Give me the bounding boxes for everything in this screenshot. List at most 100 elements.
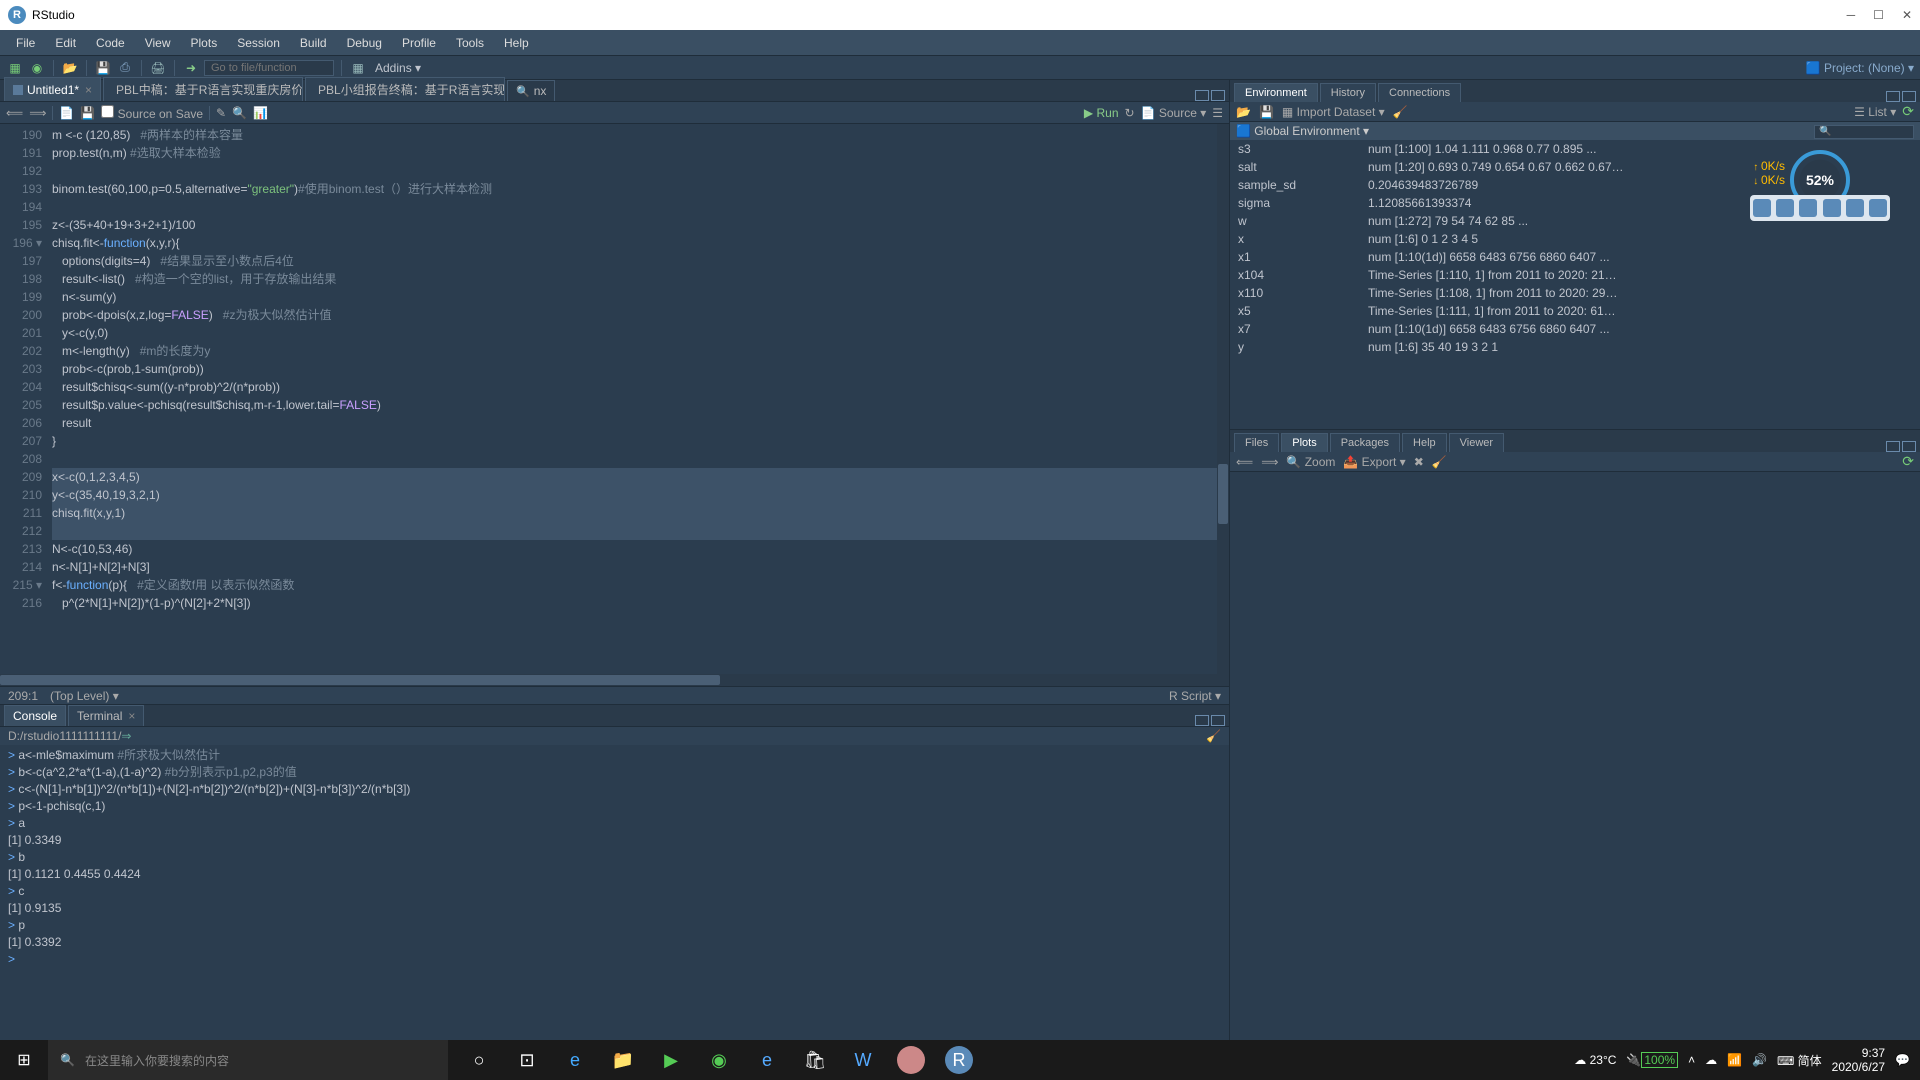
- menu-tools[interactable]: Tools: [446, 32, 494, 54]
- refresh-icon[interactable]: ⟳: [1902, 103, 1914, 120]
- back-icon[interactable]: ⟸: [6, 106, 23, 120]
- compile-icon[interactable]: 📊: [253, 106, 268, 120]
- refresh-plots-icon[interactable]: ⟳: [1902, 453, 1914, 470]
- weather-icon[interactable]: ☁ 23°C: [1574, 1053, 1616, 1067]
- tab-terminal[interactable]: Terminal ×: [68, 705, 144, 726]
- env-search-input[interactable]: [1814, 125, 1914, 139]
- tab-history[interactable]: History: [1320, 83, 1376, 102]
- tab-environment[interactable]: Environment: [1234, 83, 1318, 102]
- env-variable[interactable]: x5Time-Series [1:111, 1] from 2011 to 20…: [1230, 302, 1920, 320]
- console-pane-controls[interactable]: [1195, 715, 1225, 726]
- show-doc-icon[interactable]: 📄: [59, 106, 74, 120]
- start-button[interactable]: ⊞: [0, 1040, 48, 1080]
- tab-packages[interactable]: Packages: [1330, 433, 1400, 452]
- battery-icon[interactable]: 🔌100%: [1626, 1053, 1678, 1067]
- next-plot-icon[interactable]: ⟹: [1261, 455, 1278, 469]
- notifications-icon[interactable]: 💬: [1895, 1053, 1910, 1067]
- taskbar-clock[interactable]: 9:372020/6/27: [1832, 1046, 1885, 1074]
- menu-file[interactable]: File: [6, 32, 45, 54]
- plots-pane-controls[interactable]: [1886, 441, 1916, 452]
- menu-plots[interactable]: Plots: [181, 32, 228, 54]
- minimize-button[interactable]: ─: [1847, 8, 1856, 22]
- save-all-icon[interactable]: ⎙: [116, 59, 134, 77]
- edge-icon[interactable]: e: [552, 1040, 598, 1080]
- load-workspace-icon[interactable]: 📂: [1236, 105, 1251, 119]
- source-tab[interactable]: PBL中稿：基于R语言实现重庆房价走势…×: [103, 77, 303, 101]
- menu-debug[interactable]: Debug: [337, 32, 392, 54]
- clear-console-icon[interactable]: 🧹: [1206, 729, 1221, 743]
- tray-chevron-icon[interactable]: ˄: [1688, 1053, 1695, 1067]
- media-icon[interactable]: ▶: [648, 1040, 694, 1080]
- scope-selector[interactable]: 🟦 Global Environment ▾: [1236, 124, 1369, 138]
- env-variable[interactable]: xnum [1:6] 0 1 2 3 4 5: [1230, 230, 1920, 248]
- env-variable[interactable]: ynum [1:6] 35 40 19 3 2 1: [1230, 338, 1920, 356]
- env-variable[interactable]: x7num [1:10(1d)] 6658 6483 6756 6860 640…: [1230, 320, 1920, 338]
- goto-function-input[interactable]: [204, 60, 334, 76]
- open-file-icon[interactable]: 📂: [61, 59, 79, 77]
- editor-scrollbar-h[interactable]: [0, 674, 1229, 686]
- taskbar-search[interactable]: 🔍 在这里输入你要搜索的内容: [48, 1040, 448, 1080]
- tab-help[interactable]: Help: [1402, 433, 1447, 452]
- export-dropdown[interactable]: 📤 Export ▾: [1343, 455, 1405, 469]
- word-icon[interactable]: W: [840, 1040, 886, 1080]
- source-on-save-checkbox[interactable]: [101, 105, 114, 118]
- menu-help[interactable]: Help: [494, 32, 539, 54]
- tab-plots[interactable]: Plots: [1281, 433, 1327, 452]
- menu-build[interactable]: Build: [290, 32, 337, 54]
- tab-viewer[interactable]: Viewer: [1449, 433, 1504, 452]
- language-indicator[interactable]: R Script ▾: [1169, 689, 1221, 703]
- source-pane-controls[interactable]: [1195, 90, 1225, 101]
- prev-plot-icon[interactable]: ⟸: [1236, 455, 1253, 469]
- ie-icon[interactable]: e: [744, 1040, 790, 1080]
- menu-view[interactable]: View: [135, 32, 181, 54]
- rerun-icon[interactable]: ↻: [1125, 106, 1135, 120]
- source-editor[interactable]: 190191192193194195196 ▾19719819920020120…: [0, 124, 1229, 674]
- app-icon-1[interactable]: ◉: [696, 1040, 742, 1080]
- zoom-button[interactable]: 🔍 Zoom: [1286, 455, 1335, 469]
- app-icon-2[interactable]: [897, 1046, 925, 1074]
- new-project-icon[interactable]: ◉: [28, 59, 46, 77]
- maximize-button[interactable]: ☐: [1873, 8, 1884, 22]
- scope-indicator[interactable]: (Top Level) ▾: [50, 689, 119, 703]
- source-button[interactable]: 📄 Source ▾: [1141, 106, 1207, 120]
- editor-scrollbar-v[interactable]: [1217, 124, 1229, 674]
- volume-icon[interactable]: 🔊: [1752, 1053, 1767, 1067]
- onedrive-icon[interactable]: ☁: [1705, 1053, 1717, 1067]
- rstudio-taskbar-icon[interactable]: R: [945, 1046, 973, 1074]
- find-icon[interactable]: 🔍: [232, 106, 247, 120]
- save-icon[interactable]: 💾: [94, 59, 112, 77]
- console-output[interactable]: > a<-mle$maximum #所求极大似然估计> b<-c(a^2,2*a…: [0, 745, 1229, 1040]
- explorer-icon[interactable]: 📁: [600, 1040, 646, 1080]
- find-tab[interactable]: 🔍 nx: [507, 80, 555, 101]
- menu-profile[interactable]: Profile: [392, 32, 446, 54]
- clear-workspace-icon[interactable]: 🧹: [1393, 105, 1408, 119]
- tab-console[interactable]: Console: [4, 705, 66, 726]
- source-tab[interactable]: PBL小组报告终稿：基于R语言实现重庆…×: [305, 77, 505, 101]
- print-icon[interactable]: 🖨: [149, 59, 167, 77]
- goto-icon[interactable]: ➜: [182, 59, 200, 77]
- close-button[interactable]: ✕: [1902, 8, 1912, 22]
- env-variable[interactable]: x110Time-Series [1:108, 1] from 2011 to …: [1230, 284, 1920, 302]
- ime-icon[interactable]: ⌨ 简体: [1777, 1052, 1822, 1069]
- view-mode-dropdown[interactable]: ☰ List ▾: [1854, 105, 1896, 119]
- tab-connections[interactable]: Connections: [1378, 83, 1461, 102]
- project-menu[interactable]: 🟦 Project: (None) ▾: [1806, 61, 1914, 75]
- store-icon[interactable]: 🛍: [792, 1040, 838, 1080]
- wifi-icon[interactable]: 📶: [1727, 1053, 1742, 1067]
- wand-icon[interactable]: ✎: [216, 106, 226, 120]
- env-variable[interactable]: x1num [1:10(1d)] 6658 6483 6756 6860 640…: [1230, 248, 1920, 266]
- clear-plots-icon[interactable]: 🧹: [1432, 455, 1447, 469]
- save-icon[interactable]: 💾: [80, 106, 95, 120]
- forward-icon[interactable]: ⟹: [29, 106, 46, 120]
- floating-toolbar-overlay[interactable]: [1750, 195, 1890, 221]
- cortana-icon[interactable]: ○: [456, 1040, 502, 1080]
- menu-session[interactable]: Session: [227, 32, 290, 54]
- outline-icon[interactable]: ☰: [1212, 106, 1223, 120]
- env-variable[interactable]: x104Time-Series [1:110, 1] from 2011 to …: [1230, 266, 1920, 284]
- save-workspace-icon[interactable]: 💾: [1259, 105, 1274, 119]
- import-dataset-dropdown[interactable]: ▦ Import Dataset ▾: [1282, 105, 1385, 119]
- source-tab[interactable]: Untitled1*×: [4, 77, 101, 101]
- env-pane-controls[interactable]: [1886, 91, 1916, 102]
- addins-dropdown[interactable]: Addins ▾: [375, 61, 421, 75]
- new-file-icon[interactable]: ▦: [6, 59, 24, 77]
